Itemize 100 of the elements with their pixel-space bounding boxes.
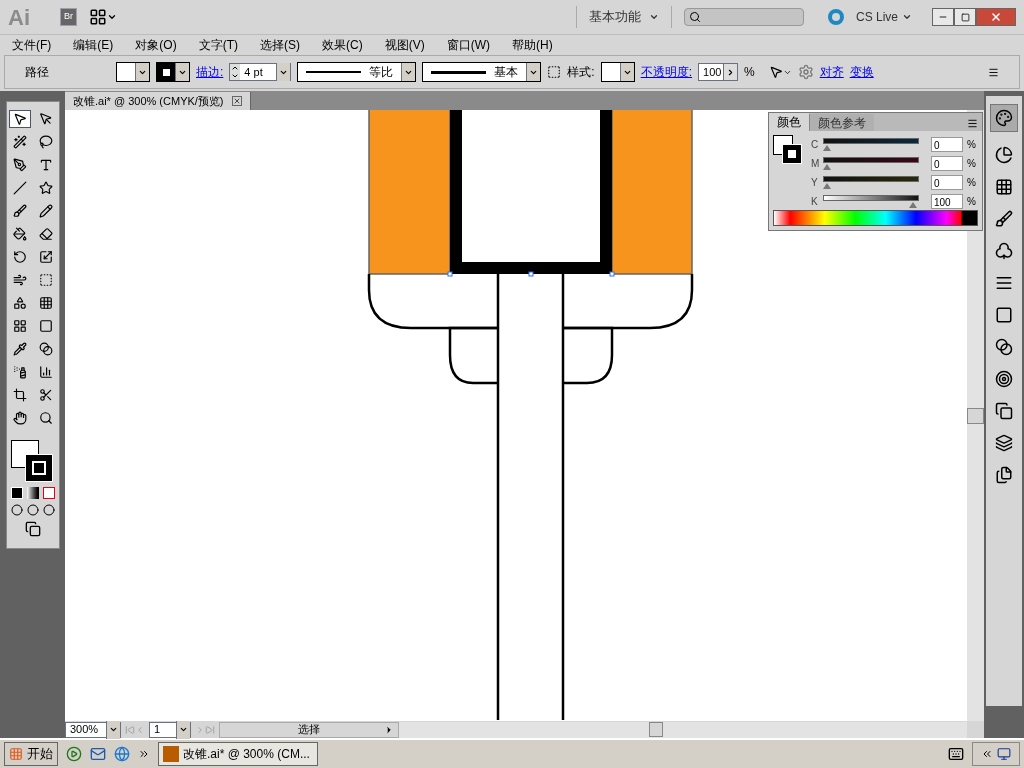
dropdown-arrow-button[interactable] (401, 63, 416, 81)
menu-item[interactable]: 窗口(W) (446, 36, 490, 54)
windows-logo-icon (9, 747, 23, 761)
caret-icon (902, 12, 912, 22)
object-type-label: 路径 (25, 64, 50, 81)
caret-icon (648, 12, 659, 22)
menu-item[interactable]: 视图(V) (384, 36, 425, 54)
menu-item[interactable]: 效果(C) (322, 36, 363, 54)
screen-mode-icon[interactable] (24, 521, 41, 537)
maximize-icon (960, 12, 970, 22)
keyboard-icon[interactable] (948, 746, 964, 762)
menu-item[interactable]: 选择(S) (260, 36, 300, 54)
caret-icon (109, 725, 118, 734)
zoom-field[interactable]: 300% (65, 721, 121, 738)
menu-item[interactable]: 编辑(E) (73, 36, 114, 54)
caret-icon (107, 12, 117, 22)
fill-stroke-swatch-icon[interactable] (773, 135, 803, 165)
value-field[interactable]: 100 (931, 193, 963, 209)
network-icon[interactable] (997, 747, 1011, 761)
cs-live-menu[interactable]: CS Live (855, 8, 912, 26)
slider[interactable] (823, 175, 919, 189)
workspace-switcher[interactable]: 基本功能 (588, 7, 659, 27)
pages-icon[interactable] (995, 466, 1013, 484)
percent-label: % (967, 175, 976, 190)
search-field[interactable] (683, 8, 804, 26)
opacity-link[interactable]: 不透明度: (640, 63, 693, 81)
color-spectrum-bar[interactable] (773, 210, 978, 226)
mail-icon[interactable] (90, 746, 106, 762)
channel-label: C (811, 137, 819, 152)
value-field[interactable]: 0 (931, 136, 963, 152)
target-icon[interactable] (995, 370, 1013, 388)
select-similar-icon[interactable] (768, 65, 792, 79)
close-button[interactable] (976, 8, 1016, 26)
lines-icon[interactable] (995, 274, 1013, 292)
value-field[interactable]: 0 (931, 155, 963, 171)
percent-label: % (744, 64, 755, 81)
taskbar-task[interactable]: 改锥.ai* @ 300% (CM... (158, 742, 318, 766)
horizontal-scrollbar[interactable] (399, 721, 967, 738)
opacity-field[interactable]: 100 (698, 63, 739, 81)
menu-item[interactable]: 帮助(H) (512, 36, 553, 54)
dropdown-arrow-button[interactable] (526, 63, 541, 81)
spinner-button[interactable] (230, 64, 241, 80)
caret-icon (179, 725, 188, 734)
value-field[interactable]: 0 (931, 174, 963, 190)
color-mode-icon[interactable] (10, 487, 55, 499)
ring-icon (827, 9, 844, 25)
media-player-icon[interactable] (66, 746, 82, 762)
canvas[interactable] (65, 110, 967, 721)
close-icon (990, 11, 1002, 23)
style-dropdown[interactable] (600, 62, 635, 82)
channel-label: M (811, 156, 819, 171)
circles-icon[interactable] (995, 338, 1013, 356)
menu-item[interactable]: 对象(O) (135, 36, 177, 54)
profile-dropdown[interactable]: 等比 (297, 62, 417, 82)
expand-tray-icon[interactable] (981, 748, 993, 760)
slider[interactable] (823, 156, 919, 170)
quarter-circle-icon[interactable] (995, 146, 1013, 164)
stroke-swatch-dropdown[interactable] (156, 62, 190, 82)
percent-label: % (967, 156, 976, 171)
fill-stroke-swatch-icon[interactable] (10, 440, 55, 482)
corners-icon[interactable] (547, 65, 562, 79)
copy-icon[interactable] (995, 402, 1013, 420)
align-link[interactable]: 对齐 (819, 63, 844, 81)
panel-menu-icon[interactable] (988, 66, 999, 78)
app-logo: Ai (8, 3, 31, 32)
draw-mode-icon[interactable] (10, 504, 55, 516)
start-button[interactable]: 开始 (4, 742, 58, 766)
page-field[interactable]: 1 (149, 721, 191, 738)
search-icon (688, 11, 701, 23)
channel-label: K (811, 194, 819, 209)
close-icon[interactable] (231, 96, 242, 106)
right-arrow-icon (384, 724, 394, 735)
maximize-button[interactable] (954, 8, 976, 26)
settings-icon[interactable] (797, 64, 814, 80)
slider[interactable] (823, 194, 919, 208)
club-icon[interactable] (995, 242, 1013, 260)
style-label: 样式: (567, 64, 595, 81)
palette-icon[interactable] (990, 104, 1018, 132)
transform-link[interactable]: 变换 (849, 63, 874, 81)
square-icon[interactable] (995, 306, 1013, 324)
stroke-link[interactable]: 描边: (196, 63, 224, 81)
document-tab[interactable]: 改锥.ai* @ 300% (CMYK/预览) (65, 92, 251, 110)
brush-dropdown[interactable]: 基本 (422, 62, 542, 82)
browser-icon[interactable] (114, 746, 130, 762)
chevrons-icon[interactable] (138, 748, 150, 760)
brush-icon[interactable] (995, 210, 1013, 228)
slider[interactable] (823, 137, 919, 151)
stroke-weight-field[interactable]: 4 pt (229, 63, 292, 81)
layers-icon[interactable] (995, 434, 1013, 452)
layout-icon[interactable] (89, 8, 117, 26)
panel-tab[interactable]: 颜色 (769, 113, 809, 131)
menu-item[interactable]: 文字(T) (198, 36, 238, 54)
fill-swatch-dropdown[interactable] (116, 62, 150, 82)
status-menu[interactable]: 选择 (219, 721, 399, 738)
minimize-button[interactable] (932, 8, 954, 26)
menu-item[interactable]: 文件(F) (12, 36, 52, 54)
panel-tab[interactable]: 颜色参考 (809, 114, 874, 131)
bridge-button[interactable]: Br (60, 8, 77, 26)
percent-label: % (967, 137, 976, 152)
grid-icon[interactable] (995, 178, 1013, 196)
